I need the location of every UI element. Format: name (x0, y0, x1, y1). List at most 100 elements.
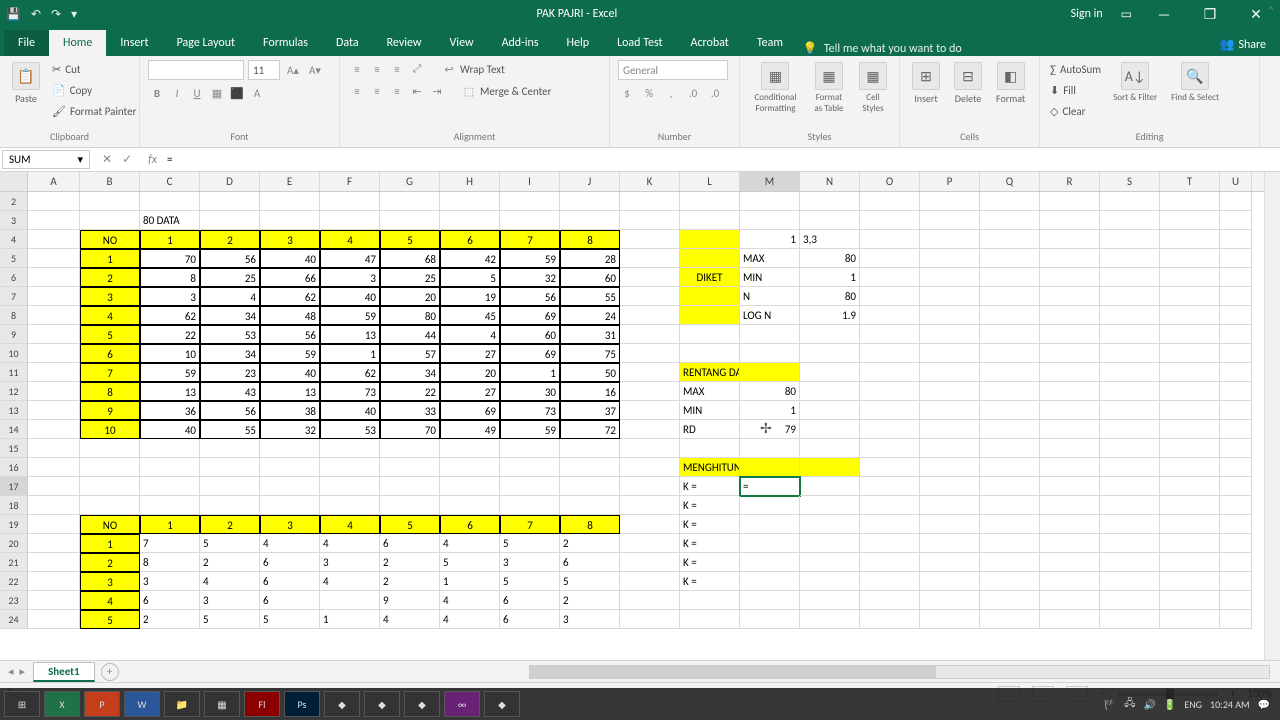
cell-K7[interactable] (620, 287, 680, 306)
cell-D20[interactable]: 5 (200, 534, 260, 553)
cell-T16[interactable] (1160, 458, 1220, 477)
cell-B24[interactable]: 5 (80, 610, 140, 629)
cell-G14[interactable]: 70 (380, 420, 440, 439)
cell-E18[interactable] (260, 496, 320, 515)
cell-T8[interactable] (1160, 306, 1220, 325)
merge-center-button[interactable]: Merge & Center (480, 85, 552, 98)
indent-inc-icon[interactable]: ⇥ (428, 82, 446, 100)
cell-D12[interactable]: 43 (200, 382, 260, 401)
cell-J11[interactable]: 50 (560, 363, 620, 382)
cell-P21[interactable] (920, 553, 980, 572)
cell-B15[interactable] (80, 439, 140, 458)
cell-T12[interactable] (1160, 382, 1220, 401)
cell-P15[interactable] (920, 439, 980, 458)
cell-G9[interactable]: 44 (380, 325, 440, 344)
font-color-button[interactable]: A (248, 84, 266, 102)
cell-B16[interactable] (80, 458, 140, 477)
cell-E22[interactable]: 6 (260, 572, 320, 591)
tab-page-layout[interactable]: Page Layout (163, 30, 249, 56)
cell-D24[interactable]: 5 (200, 610, 260, 629)
cell-Q15[interactable] (980, 439, 1040, 458)
cell-G11[interactable]: 34 (380, 363, 440, 382)
cell-Q21[interactable] (980, 553, 1040, 572)
cell-E10[interactable]: 59 (260, 344, 320, 363)
cell-K6[interactable] (620, 268, 680, 287)
cell-L6[interactable]: DIKET (680, 268, 740, 287)
cell-M5[interactable]: MAX (740, 249, 800, 268)
cell-J3[interactable] (560, 211, 620, 230)
cell-G13[interactable]: 33 (380, 401, 440, 420)
cell-K2[interactable] (620, 192, 680, 211)
italic-button[interactable]: I (168, 84, 186, 102)
cell-F22[interactable]: 4 (320, 572, 380, 591)
cell-D8[interactable]: 34 (200, 306, 260, 325)
cell-I7[interactable]: 56 (500, 287, 560, 306)
cell-P2[interactable] (920, 192, 980, 211)
cell-S22[interactable] (1100, 572, 1160, 591)
cell-U9[interactable] (1220, 325, 1252, 344)
cell-A23[interactable] (28, 591, 80, 610)
cell-K23[interactable] (620, 591, 680, 610)
cell-M17[interactable]: = (740, 477, 800, 496)
cell-O9[interactable] (860, 325, 920, 344)
tray-flag-icon[interactable]: 🏴 (1104, 698, 1116, 711)
cell-N4[interactable]: 3,3 (800, 230, 860, 249)
undo-icon[interactable]: ↶ (31, 7, 41, 22)
cell-S18[interactable] (1100, 496, 1160, 515)
cell-J5[interactable]: 28 (560, 249, 620, 268)
cell-K9[interactable] (620, 325, 680, 344)
cell-O19[interactable] (860, 515, 920, 534)
cell-B9[interactable]: 5 (80, 325, 140, 344)
cell-O6[interactable] (860, 268, 920, 287)
cell-S6[interactable] (1100, 268, 1160, 287)
cell-A16[interactable] (28, 458, 80, 477)
cell-E16[interactable] (260, 458, 320, 477)
taskbar-app5-icon[interactable]: ◆ (484, 691, 520, 717)
sheet-tab[interactable]: Sheet1 (33, 662, 95, 682)
cell-O17[interactable] (860, 477, 920, 496)
cell-O23[interactable] (860, 591, 920, 610)
cell-B12[interactable]: 8 (80, 382, 140, 401)
taskbar-flash-icon[interactable]: Fl (244, 691, 280, 717)
cell-L22[interactable]: K = (680, 572, 740, 591)
cell-F6[interactable]: 3 (320, 268, 380, 287)
cell-T10[interactable] (1160, 344, 1220, 363)
cell-H24[interactable]: 4 (440, 610, 500, 629)
cell-N18[interactable] (800, 496, 860, 515)
fill-color-button[interactable]: ⬛ (228, 84, 246, 102)
tray-lang[interactable]: ENG (1184, 698, 1202, 711)
cell-D3[interactable] (200, 211, 260, 230)
cell-J17[interactable] (560, 477, 620, 496)
cell-K20[interactable] (620, 534, 680, 553)
cell-A15[interactable] (28, 439, 80, 458)
taskbar-photoshop-icon[interactable]: Ps (284, 691, 320, 717)
cell-G3[interactable] (380, 211, 440, 230)
cell-C20[interactable]: 7 (140, 534, 200, 553)
cell-B21[interactable]: 2 (80, 553, 140, 572)
cell-F5[interactable]: 47 (320, 249, 380, 268)
cell-J10[interactable]: 75 (560, 344, 620, 363)
cell-T24[interactable] (1160, 610, 1220, 629)
cell-O22[interactable] (860, 572, 920, 591)
cell-U13[interactable] (1220, 401, 1252, 420)
cell-O4[interactable] (860, 230, 920, 249)
cell-I23[interactable]: 6 (500, 591, 560, 610)
align-right-icon[interactable]: ≡ (388, 82, 406, 100)
cell-N12[interactable] (800, 382, 860, 401)
cell-N10[interactable] (800, 344, 860, 363)
cell-U6[interactable] (1220, 268, 1252, 287)
cell-Q13[interactable] (980, 401, 1040, 420)
cell-H18[interactable] (440, 496, 500, 515)
cell-D23[interactable]: 3 (200, 591, 260, 610)
cell-M7[interactable]: N (740, 287, 800, 306)
tab-home[interactable]: Home (49, 30, 106, 56)
cell-B14[interactable]: 10 (80, 420, 140, 439)
cell-E14[interactable]: 32 (260, 420, 320, 439)
cell-D17[interactable] (200, 477, 260, 496)
cell-M20[interactable] (740, 534, 800, 553)
border-button[interactable]: ▦ (208, 84, 226, 102)
cell-Q23[interactable] (980, 591, 1040, 610)
cell-K4[interactable] (620, 230, 680, 249)
cell-J19[interactable]: 8 (560, 515, 620, 534)
cell-N17[interactable] (800, 477, 860, 496)
